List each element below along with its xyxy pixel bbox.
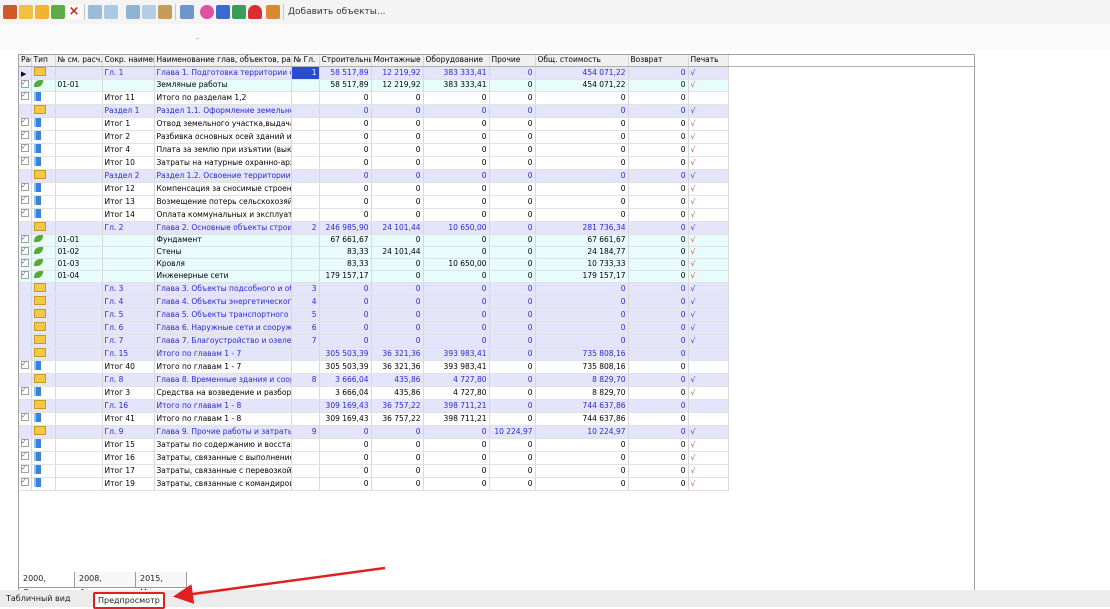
annotation-arrow xyxy=(173,566,386,604)
